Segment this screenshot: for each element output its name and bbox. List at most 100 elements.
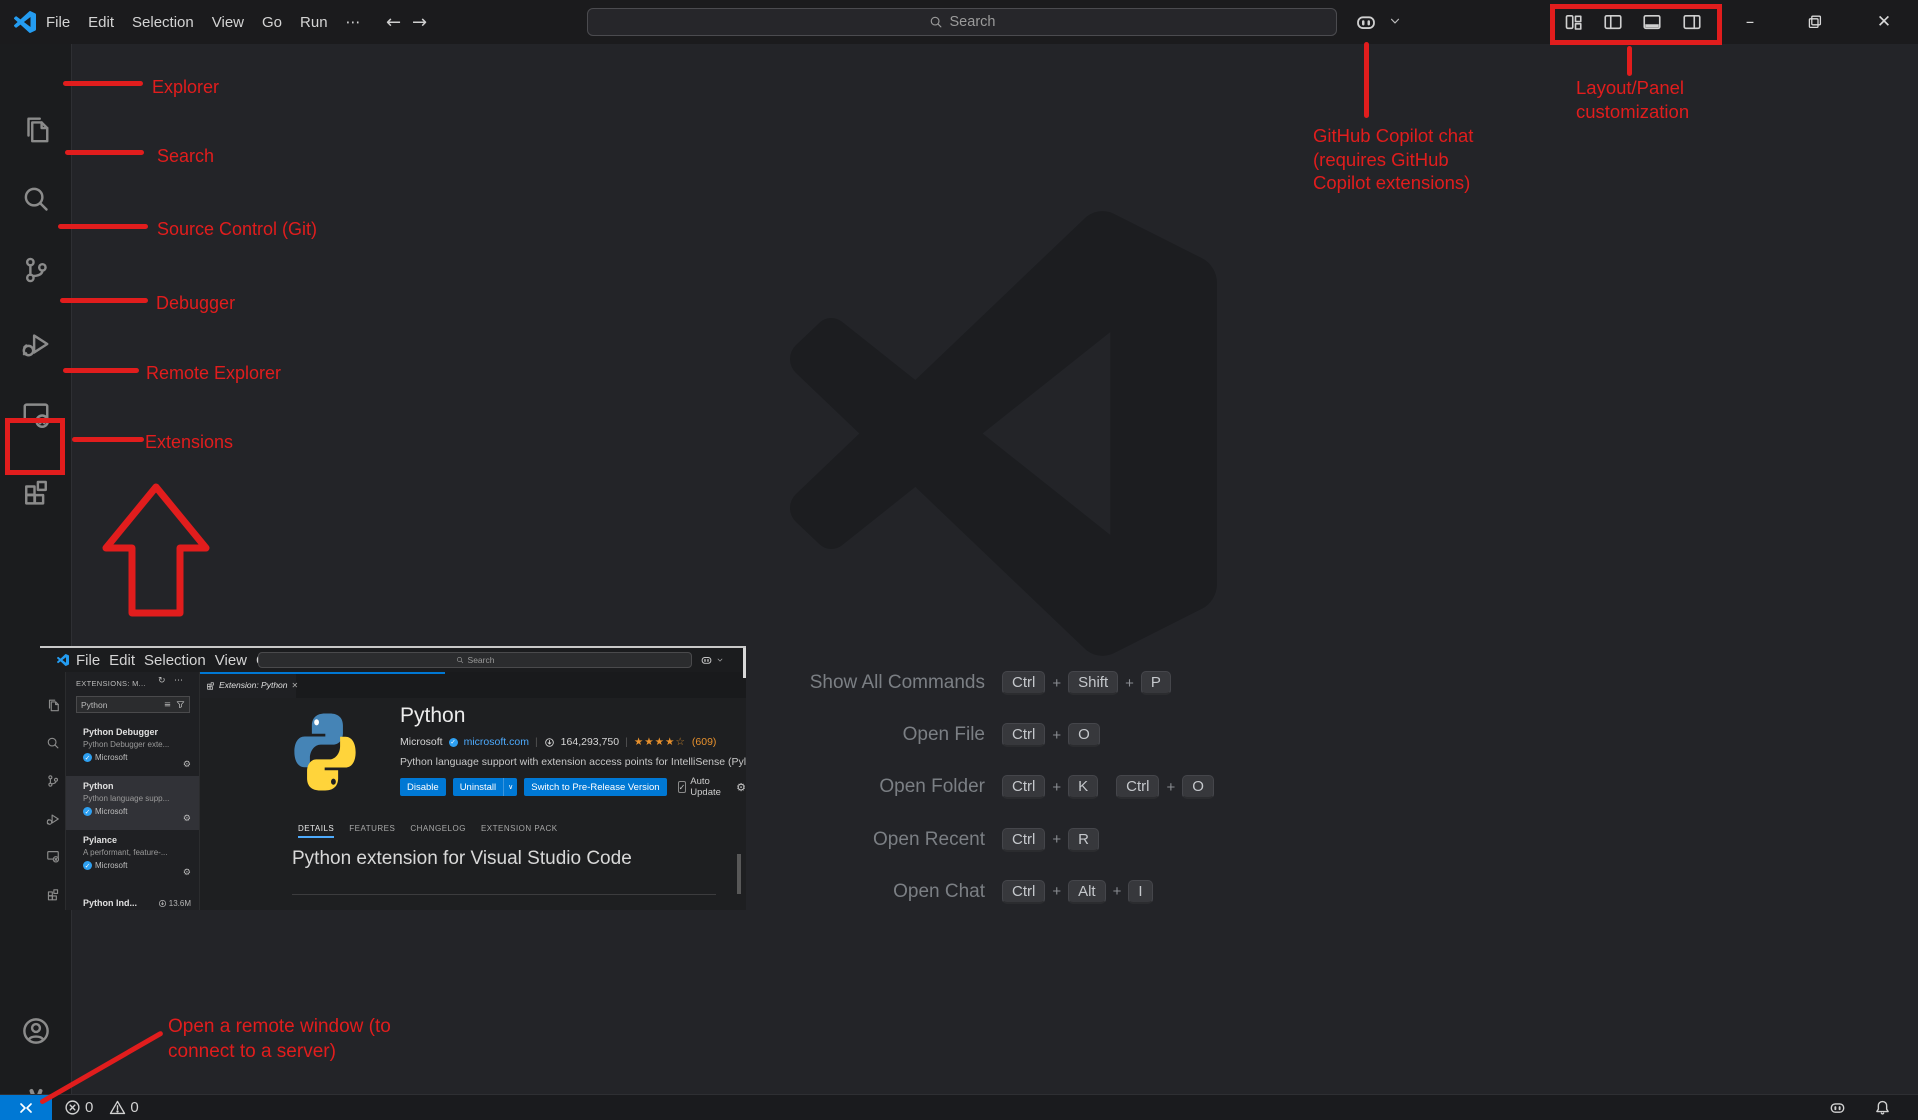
plus-sign: + bbox=[1113, 883, 1122, 900]
annotation-line-scm bbox=[58, 224, 148, 229]
mini-heading-divider bbox=[292, 894, 716, 895]
mini-tab-label: Extension: Python bbox=[219, 680, 288, 690]
mini-extension-publisher: ✓Microsoft bbox=[83, 861, 199, 870]
annotation-label-explorer: Explorer bbox=[152, 76, 219, 98]
mini-edge-highlight bbox=[743, 648, 746, 678]
mini-explorer-icon bbox=[46, 698, 60, 712]
mini-sidebar-title: EXTENSIONS: M... bbox=[76, 679, 146, 688]
mini-title-bar: FileEditSelectionViewGoRun⋯ ← → Search bbox=[40, 648, 746, 672]
uninstall-button: Uninstall ∨ bbox=[453, 778, 518, 796]
rating-stars: ★★★★☆ bbox=[634, 736, 686, 748]
disable-button: Disable bbox=[400, 778, 446, 796]
key-ctrl: Ctrl bbox=[1116, 775, 1159, 799]
statusbar-copilot-icon[interactable] bbox=[1828, 1099, 1847, 1116]
command-center-search[interactable]: Search bbox=[587, 8, 1337, 36]
explorer-icon[interactable] bbox=[21, 114, 51, 144]
source-control-icon[interactable] bbox=[21, 255, 51, 285]
annotation-label-layout: Layout/Panelcustomization bbox=[1576, 76, 1689, 123]
plus-sign: + bbox=[1052, 727, 1061, 744]
mini-install-count: 164,293,750 bbox=[561, 736, 619, 748]
annotation-up-arrow bbox=[100, 482, 212, 618]
mini-menu-selection: Selection bbox=[144, 652, 206, 669]
mini-source-control-icon bbox=[46, 774, 60, 788]
annotation-label-copilot: GitHub Copilot chat(requires GitHubCopil… bbox=[1313, 124, 1473, 195]
menu-run[interactable]: Run bbox=[300, 14, 328, 31]
annotation-label-search: Search bbox=[157, 145, 214, 167]
copilot-icon[interactable] bbox=[1354, 11, 1378, 33]
embedded-extensions-screenshot: FileEditSelectionViewGoRun⋯ ← → Search E… bbox=[40, 646, 746, 910]
key-i: I bbox=[1128, 880, 1152, 904]
search-view-icon[interactable] bbox=[21, 184, 51, 214]
mini-extension-item: PythonPython language supp...✓Microsoft⚙ bbox=[66, 776, 199, 830]
key-o: O bbox=[1068, 723, 1100, 747]
annotation-line-debugger bbox=[60, 298, 148, 303]
key-ctrl: Ctrl bbox=[1002, 723, 1045, 747]
mini-extension-desc: Python language supp... bbox=[83, 794, 199, 803]
shortcut-keys: Ctrl+KCtrl+O bbox=[1002, 775, 1214, 799]
mini-scrollbar bbox=[737, 854, 741, 894]
mini-nav-tab-extension-pack: EXTENSION PACK bbox=[481, 824, 558, 838]
mini-manage-gear-icon: ⚙ bbox=[736, 781, 746, 794]
menu-more[interactable]: ⋯ bbox=[346, 13, 361, 31]
mini-detail-heading: Python extension for Visual Studio Code bbox=[292, 848, 632, 870]
mini-chevron-down-icon bbox=[716, 656, 724, 664]
downloads-icon bbox=[544, 737, 555, 748]
mini-publisher: Microsoft bbox=[400, 736, 443, 748]
mini-extension-desc: A performant, feature-... bbox=[83, 848, 199, 857]
python-logo bbox=[290, 708, 360, 796]
mini-extension-publisher: ✓Microsoft bbox=[83, 753, 199, 762]
key-k: K bbox=[1068, 775, 1098, 799]
account-icon[interactable] bbox=[21, 1016, 51, 1046]
mini-extension-gear-icon: ⚙ bbox=[183, 760, 191, 770]
annotation-line-layout bbox=[1627, 46, 1632, 76]
mini-tab-close-icon: ✕ bbox=[292, 681, 299, 690]
mini-remote-explorer-icon bbox=[46, 849, 60, 863]
mini-extensions-search-input: Python ≡ bbox=[76, 696, 190, 713]
mini-search-placeholder: Search bbox=[468, 655, 495, 665]
shortcut-keys: Ctrl + O bbox=[1002, 723, 1100, 747]
menu-edit[interactable]: Edit bbox=[88, 14, 114, 31]
run-debug-icon[interactable] bbox=[21, 329, 51, 359]
close-button[interactable]: ✕ bbox=[1861, 0, 1907, 44]
chevron-down-icon[interactable] bbox=[1388, 14, 1402, 28]
vscode-watermark-logo bbox=[790, 210, 1217, 657]
annotation-line-explorer bbox=[63, 81, 143, 86]
problems-status[interactable]: 0 0 bbox=[64, 1095, 139, 1120]
menu-view[interactable]: View bbox=[212, 14, 244, 31]
annotation-text-line: customization bbox=[1576, 100, 1689, 124]
publisher-name: Microsoft bbox=[95, 753, 127, 762]
shortcut-keys: Ctrl+Shift+P bbox=[1002, 671, 1171, 695]
restore-button[interactable] bbox=[1792, 0, 1838, 44]
minimize-button[interactable]: – bbox=[1727, 0, 1773, 44]
vscode-logo-icon bbox=[14, 11, 36, 33]
switch-prerelease-button: Switch to Pre-Release Version bbox=[524, 778, 666, 796]
mini-vscode-logo-icon bbox=[57, 654, 69, 666]
extensions-icon[interactable] bbox=[21, 476, 51, 506]
verified-badge-icon: ✓ bbox=[83, 753, 92, 762]
publisher-name: Microsoft bbox=[95, 807, 127, 816]
annotation-line-extensions bbox=[72, 437, 144, 442]
annotation-line-copilot bbox=[1364, 42, 1369, 118]
key-ctrl: Ctrl bbox=[1002, 671, 1045, 695]
search-placeholder: Search bbox=[950, 14, 996, 30]
mini-progress-bar bbox=[200, 672, 445, 674]
plus-sign: + bbox=[1125, 675, 1134, 692]
mini-publisher-link: microsoft.com bbox=[464, 736, 529, 748]
notifications-bell-icon[interactable] bbox=[1874, 1099, 1891, 1116]
verified-badge-icon: ✓ bbox=[83, 861, 92, 870]
menu-selection[interactable]: Selection bbox=[132, 14, 194, 31]
download-count: 13.6M bbox=[169, 899, 191, 908]
mini-extension-actions: Disable Uninstall ∨ Switch to Pre-Releas… bbox=[400, 776, 746, 798]
annotation-label-extensions: Extensions bbox=[145, 431, 233, 453]
mini-extension-name: Python Debugger bbox=[83, 727, 199, 737]
activity-bar: 1 bbox=[0, 44, 72, 1094]
forward-button[interactable]: → bbox=[412, 0, 427, 44]
mini-extension-item: Pylance A performant, feature-... ✓Microso… bbox=[66, 830, 199, 884]
back-button[interactable]: ← bbox=[386, 0, 401, 44]
mini-extension-gear-icon: ⚙ bbox=[183, 814, 191, 824]
annotation-box-extensions bbox=[5, 418, 65, 475]
menu-file[interactable]: File bbox=[46, 14, 70, 31]
mini-extension-name: Pylance bbox=[83, 835, 199, 845]
menu-go[interactable]: Go bbox=[262, 14, 282, 31]
plus-sign: + bbox=[1052, 675, 1061, 692]
